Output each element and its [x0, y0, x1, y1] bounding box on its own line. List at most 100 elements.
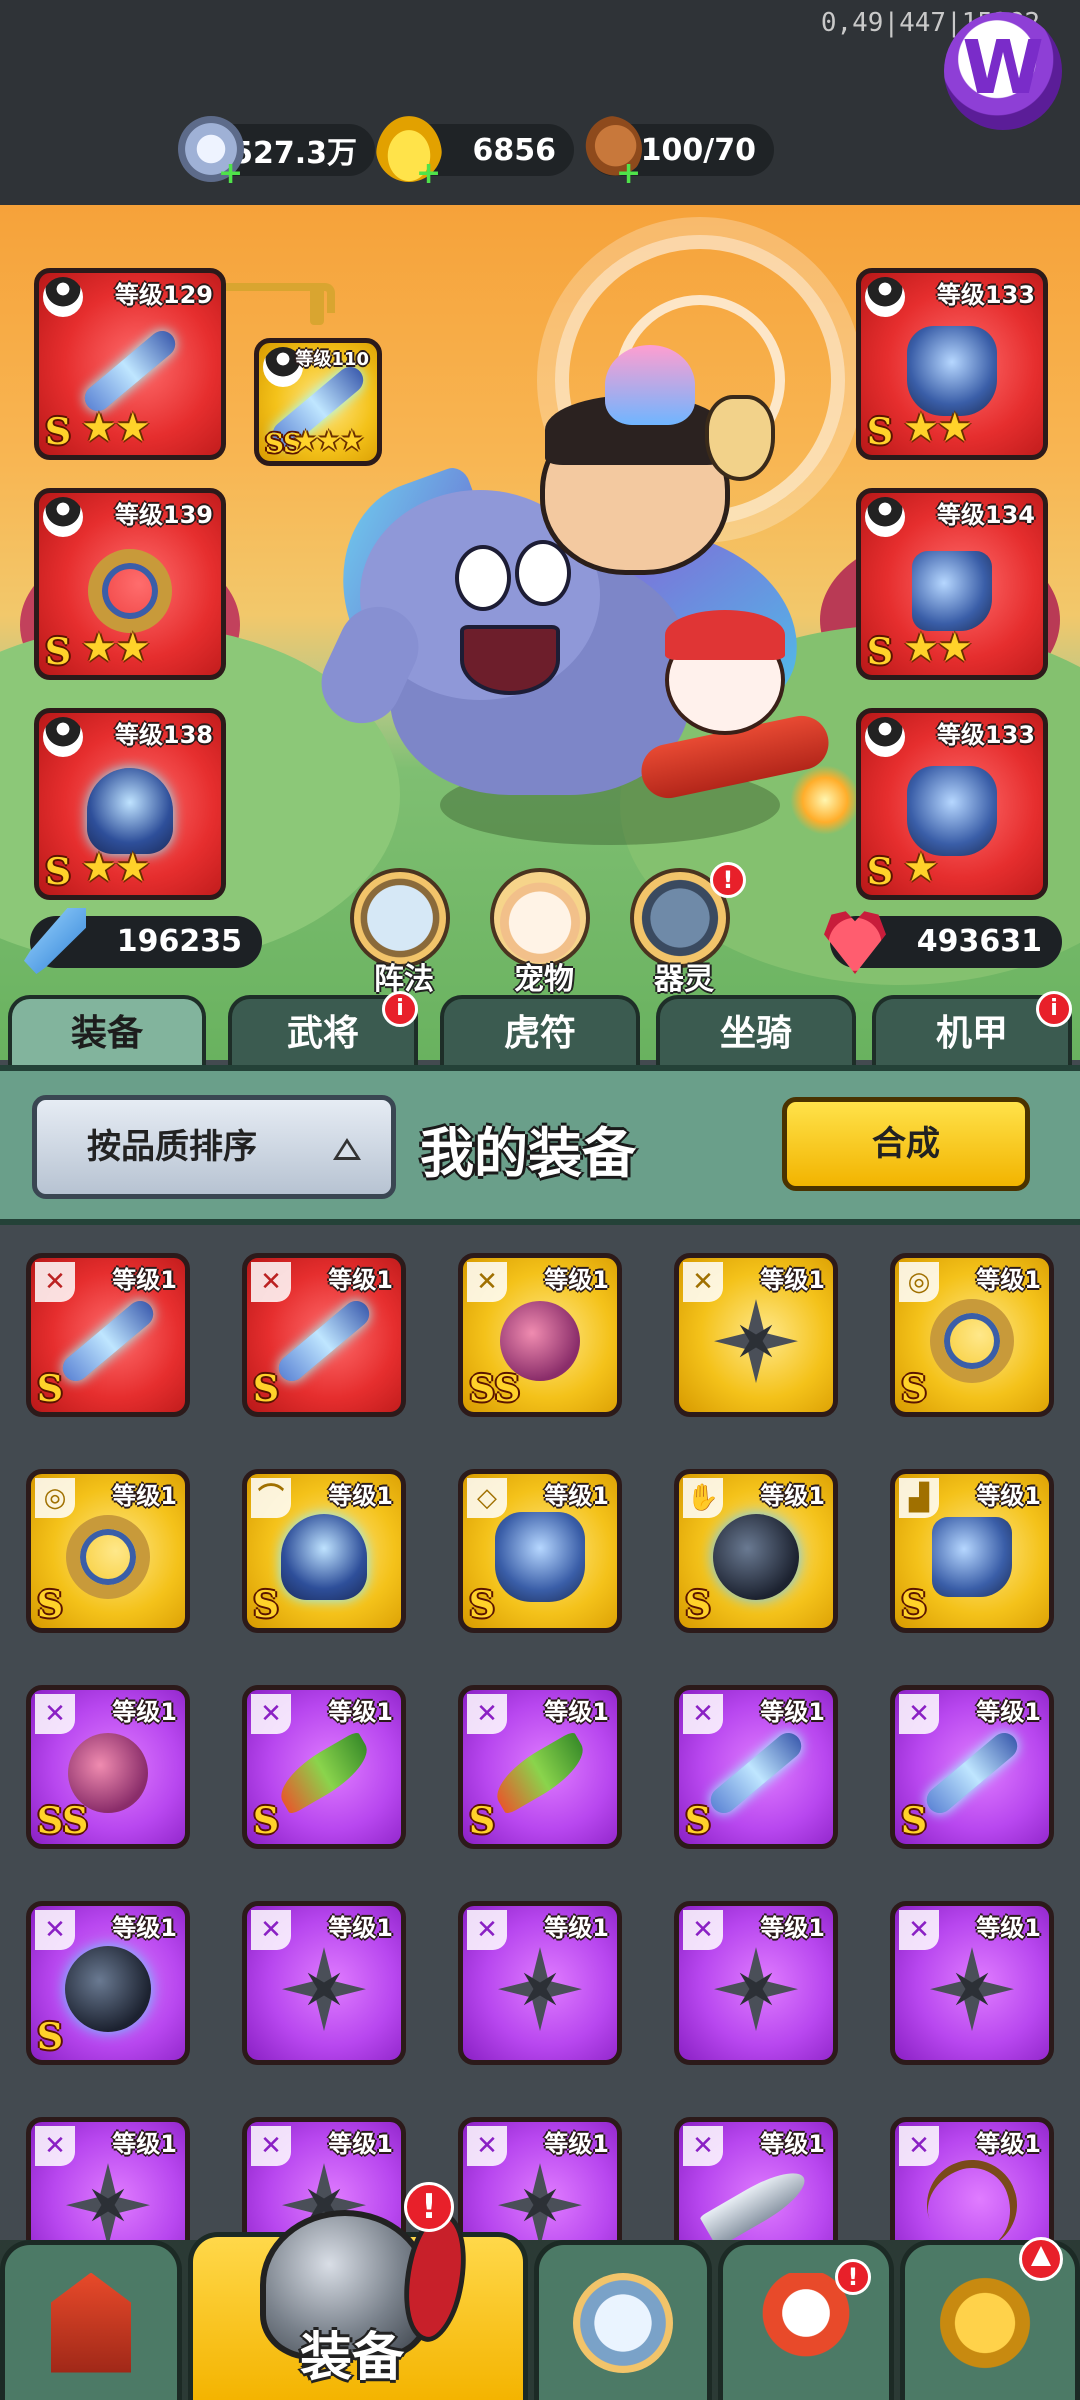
- sword-type-icon: ✕: [467, 2126, 507, 2166]
- inventory-item[interactable]: ⌒ 等级1 S: [242, 1469, 406, 1633]
- item-level: 等级1: [760, 1698, 825, 1726]
- grade-label: S: [685, 1584, 711, 1626]
- info-badge: i: [382, 991, 418, 1027]
- ring-art: [66, 1515, 150, 1600]
- inventory-item[interactable]: ✕ 等级1: [458, 2117, 622, 2241]
- sword-type-icon: ✕: [35, 1910, 75, 1950]
- curved-blade-art: [486, 1730, 594, 1816]
- inventory-item[interactable]: ✕ 等级1 S: [26, 1253, 190, 1417]
- sword-type-icon: ✕: [251, 2126, 291, 2166]
- equipped-slot-left[interactable]: 等级129 S ★★: [34, 268, 226, 460]
- tab-generals[interactable]: 武将 i: [228, 991, 418, 1065]
- w-logo-icon[interactable]: W: [944, 12, 1062, 130]
- nav-hero-button[interactable]: !: [718, 2240, 894, 2400]
- item-level: 等级1: [976, 2130, 1041, 2158]
- battle-shield-icon: [573, 2272, 673, 2373]
- inventory-item[interactable]: ✕ 等级1 SS: [26, 1685, 190, 1849]
- inventory-item[interactable]: ✕ 等级1: [890, 1901, 1054, 2065]
- inventory-item[interactable]: ✕ 等级1: [458, 1901, 622, 2065]
- item-level: 等级1: [760, 1482, 825, 1510]
- sort-by-quality-button[interactable]: 按品质排序: [32, 1095, 396, 1199]
- alert-badge: !: [835, 2259, 871, 2295]
- inventory-item[interactable]: ✕ 等级1: [674, 1253, 838, 1417]
- tab-mecha[interactable]: 机甲 i: [872, 991, 1072, 1065]
- inventory-item[interactable]: ✕ 等级1: [674, 2117, 838, 2241]
- equipped-slot-right[interactable]: 等级133 S ★: [856, 708, 1048, 900]
- synthesize-button[interactable]: 合成: [782, 1097, 1030, 1191]
- pet-label: 宠物: [514, 962, 574, 997]
- weapon-art: [921, 1727, 1023, 1819]
- tab-tiger-tally[interactable]: 虎符: [440, 995, 640, 1065]
- inventory-item[interactable]: ◎ 等级1 S: [26, 1469, 190, 1633]
- nav-battle-button[interactable]: [534, 2240, 712, 2400]
- equipped-slot-left[interactable]: 等级139 S ★★: [34, 488, 226, 680]
- sword-type-icon: ✕: [899, 1910, 939, 1950]
- boots-art: [932, 1517, 1012, 1598]
- inventory-item[interactable]: ▟ 等级1 S: [890, 1469, 1054, 1633]
- inventory-item[interactable]: ✋ 等级1 S: [674, 1469, 838, 1633]
- tab-label: 机甲: [935, 1013, 1008, 1054]
- inventory-item[interactable]: ◇ 等级1 S: [458, 1469, 622, 1633]
- formation-button[interactable]: 阵法: [350, 868, 450, 997]
- inventory-item[interactable]: ✕ 等级1 SS: [458, 1253, 622, 1417]
- star-rating: ★: [903, 845, 939, 891]
- stamina-resource[interactable]: + 100/70: [576, 116, 774, 189]
- inventory-item[interactable]: ✕ 等级1: [674, 1901, 838, 2065]
- power-stat: 196235: [24, 908, 262, 974]
- inventory-item[interactable]: ✕ 等级1: [890, 2117, 1054, 2241]
- sword-type-icon: ✕: [35, 2126, 75, 2166]
- equipped-slot-right[interactable]: 等级134 S ★★: [856, 488, 1048, 680]
- add-gold-icon[interactable]: +: [416, 159, 441, 189]
- grade-label: S: [253, 1368, 279, 1410]
- inventory-item[interactable]: ✕ 等级1 S: [890, 1685, 1054, 1849]
- item-level: 等级1: [328, 1698, 393, 1726]
- alert-badge: !: [404, 2182, 454, 2232]
- nav-equipment-label: 装备: [300, 2328, 405, 2388]
- add-silver-icon[interactable]: +: [218, 159, 243, 189]
- item-level: 等级1: [976, 1482, 1041, 1510]
- nav-upgrade-button[interactable]: [900, 2237, 1080, 2400]
- equipped-slot-left[interactable]: 等级138 S ★★: [34, 708, 226, 900]
- inventory-item[interactable]: ✕ 等级1 S: [674, 1685, 838, 1849]
- equipped-slot-right[interactable]: 等级133 S ★★: [856, 268, 1048, 460]
- item-level: 等级138: [114, 721, 213, 749]
- inventory-item[interactable]: ✕ 等级1 S: [26, 1901, 190, 2065]
- inventory-item[interactable]: ✕ 等级1 S: [242, 1685, 406, 1849]
- boot-type-icon: ▟: [899, 1478, 939, 1518]
- elephant-mouth: [460, 625, 560, 695]
- hp-stat: 493631: [824, 911, 1062, 974]
- grade-label: S: [45, 851, 71, 893]
- add-stamina-icon[interactable]: +: [616, 159, 641, 189]
- star-rating: ★★: [903, 625, 973, 671]
- yin-yang-icon: [865, 277, 905, 317]
- sword-type-icon: ✕: [251, 1262, 291, 1302]
- inventory-item[interactable]: ✕ 等级1: [26, 2117, 190, 2241]
- power-value: 196235: [116, 924, 242, 959]
- tab-mounts[interactable]: 坐骑: [656, 995, 856, 1065]
- gold-resource[interactable]: + 6856: [376, 116, 574, 189]
- inventory-title: 我的装备: [420, 1122, 636, 1185]
- silver-resource[interactable]: + 3527.3万: [178, 116, 375, 189]
- item-level: 等级1: [328, 2130, 393, 2158]
- bottom-navigation: !: [0, 2232, 1080, 2400]
- pet-button[interactable]: 宠物: [490, 868, 590, 997]
- spark-effect: [790, 765, 860, 835]
- inventory-item[interactable]: ◎ 等级1 S: [890, 1253, 1054, 1417]
- inventory-item[interactable]: ✕ 等级1 S: [242, 1253, 406, 1417]
- tab-label: 虎符: [503, 1013, 576, 1054]
- inventory-item[interactable]: ✕ 等级1: [242, 1901, 406, 2065]
- sword-type-icon: ✕: [467, 1694, 507, 1734]
- upgrade-arrow-icon: [1019, 2237, 1063, 2281]
- weapon-spirit-button[interactable]: 器灵 !: [630, 862, 746, 997]
- top-status-bar: 0,49|447|15382 W + 3527.3万 + 6856 + 100/…: [0, 0, 1080, 205]
- tab-label: 坐骑: [719, 1013, 792, 1054]
- inventory-item[interactable]: ✕ 等级1 S: [458, 1685, 622, 1849]
- linked-equipment-slot[interactable]: 等级110 SS ★★★: [254, 338, 382, 466]
- tab-equipment[interactable]: 装备: [8, 995, 206, 1065]
- nav-city-button[interactable]: [0, 2240, 182, 2400]
- sword-type-icon: ✕: [251, 1694, 291, 1734]
- inventory-header: 按品质排序 我的装备 合成: [0, 1065, 1080, 1225]
- scimitar-art: [699, 2162, 813, 2241]
- sword-type-icon: ✕: [683, 1262, 723, 1302]
- yin-yang-icon: [865, 717, 905, 757]
